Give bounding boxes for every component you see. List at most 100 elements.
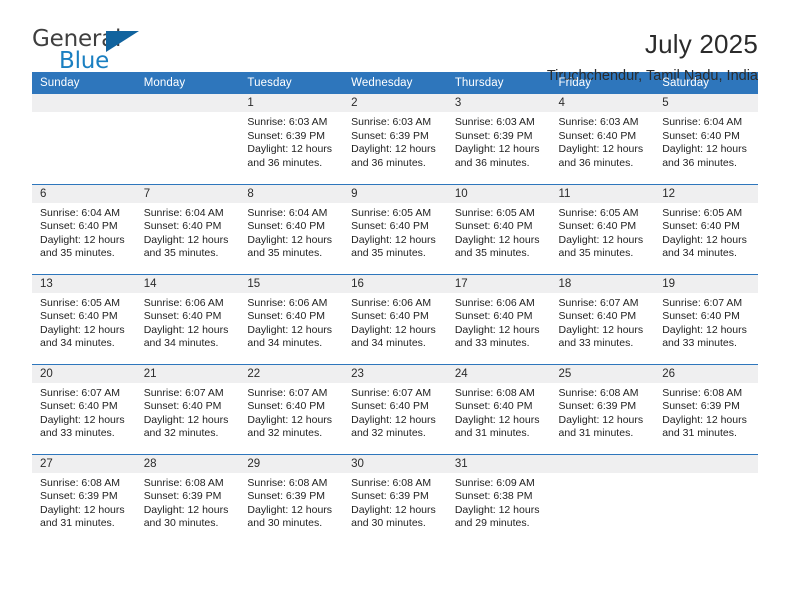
day-number: 20 <box>32 364 136 383</box>
calendar-day-cell-31[interactable]: 31 Sunrise: 6:09 AM Sunset: 6:38 PM Dayligh… <box>446 453 551 544</box>
calendar-day-cell-10[interactable]: 10 Sunrise: 6:05 AM Sunset: 6:40 PM Dayligh… <box>446 183 551 274</box>
calendar-day-cell-28[interactable]: 28 Sunrise: 6:08 AM Sunset: 6:39 PM Dayligh… <box>135 453 240 545</box>
day-details: Sunrise: 6:08 AM Sunset: 6:39 PM Daylight:… <box>343 473 447 531</box>
calendar-day-cell-16[interactable]: 16 Sunrise: 6:06 AM Sunset: 6:40 PM Dayligh… <box>343 273 447 364</box>
day-number: 3 <box>446 94 551 112</box>
daylight-text-cont: and 35 minutes. <box>143 247 219 260</box>
day-number: 12 <box>654 184 758 203</box>
day-number: 19 <box>654 274 758 293</box>
calendar-day-cell-18[interactable]: 18 Sunrise: 6:07 AM Sunset: 6:40 PM Dayligh… <box>550 273 655 364</box>
calendar-day-cell-6[interactable]: 6 Sunrise: 6:04 AM Sunset: 6:40 PM Daylight… <box>32 183 136 274</box>
daylight-text: Daylight: 12 hours <box>662 233 747 246</box>
daylight-text-cont: and 36 minutes. <box>247 156 323 169</box>
calendar-week-row: 13 Sunrise: 6:05 AM Sunset: 6:40 PM Dayligh… <box>32 273 758 364</box>
calendar-day-cell-26[interactable]: 26 Sunrise: 6:08 AM Sunset: 6:39 PM Dayligh… <box>654 363 758 454</box>
daylight-text: Daylight: 12 hours <box>558 323 644 336</box>
sunrise-text: Sunrise: 6:07 AM <box>662 296 743 309</box>
calendar-day-cell-4[interactable]: 4 Sunrise: 6:03 AM Sunset: 6:40 PM Daylight… <box>550 94 655 184</box>
calendar-day-cell-19[interactable]: 19 Sunrise: 6:07 AM Sunset: 6:40 PM Dayligh… <box>654 273 758 364</box>
day-details: Sunrise: 6:08 AM Sunset: 6:39 PM Daylight:… <box>239 473 343 531</box>
day-number: 15 <box>239 274 344 293</box>
day-details: Sunrise: 6:05 AM Sunset: 6:40 PM Daylight:… <box>343 203 447 261</box>
calendar-day-cell-17[interactable]: 17 Sunrise: 6:06 AM Sunset: 6:40 PM Dayligh… <box>446 273 551 364</box>
day-number: 30 <box>343 454 447 473</box>
day-number: 5 <box>654 94 758 112</box>
sunset-text: Sunset: 6:39 PM <box>454 129 533 142</box>
daylight-text: Daylight: 12 hours <box>351 323 436 336</box>
daylight-text-cont: and 32 minutes. <box>247 427 323 440</box>
calendar-day-cell-3[interactable]: 3 Sunrise: 6:03 AM Sunset: 6:39 PM Daylight… <box>446 94 551 184</box>
sunset-text: Sunset: 6:40 PM <box>40 220 118 233</box>
daylight-text: Daylight: 12 hours <box>143 503 229 516</box>
calendar-week-row: 6 Sunrise: 6:04 AM Sunset: 6:40 PM Daylight… <box>32 183 758 274</box>
day-number: 8 <box>239 184 344 203</box>
calendar-day-cell-14[interactable]: 14 Sunrise: 6:06 AM Sunset: 6:40 PM Dayligh… <box>135 273 240 364</box>
calendar-page: General Blue July 2025 Tiruchchendur, Ta… <box>0 0 792 612</box>
calendar-empty-cell <box>135 94 240 184</box>
calendar-day-cell-5[interactable]: 5 Sunrise: 6:04 AM Sunset: 6:40 PM Daylight… <box>654 94 758 184</box>
sunset-text: Sunset: 6:38 PM <box>454 490 533 503</box>
daylight-text: Daylight: 12 hours <box>40 233 125 246</box>
sunset-text: Sunset: 6:40 PM <box>662 310 740 323</box>
day-details: Sunrise: 6:07 AM Sunset: 6:40 PM Daylight:… <box>32 383 136 441</box>
sunrise-text: Sunrise: 6:05 AM <box>558 206 639 219</box>
calendar-day-cell-8[interactable]: 8 Sunrise: 6:04 AM Sunset: 6:40 PM Daylight… <box>239 183 344 274</box>
day-details: Sunrise: 6:05 AM Sunset: 6:40 PM Daylight:… <box>32 293 136 351</box>
daylight-text-cont: and 36 minutes. <box>662 156 737 169</box>
calendar-day-cell-11[interactable]: 11 Sunrise: 6:05 AM Sunset: 6:40 PM Dayligh… <box>550 183 655 274</box>
day-details: Sunrise: 6:07 AM Sunset: 6:40 PM Daylight:… <box>654 293 758 351</box>
sunrise-text: Sunrise: 6:04 AM <box>247 206 328 219</box>
daylight-text: Daylight: 12 hours <box>454 503 540 516</box>
sunrise-text: Sunrise: 6:06 AM <box>247 296 328 309</box>
calendar-day-cell-20[interactable]: 20 Sunrise: 6:07 AM Sunset: 6:40 PM Dayligh… <box>32 363 136 454</box>
day-number <box>654 454 758 473</box>
calendar-day-cell-15[interactable]: 15 Sunrise: 6:06 AM Sunset: 6:40 PM Dayligh… <box>239 273 344 364</box>
day-number: 2 <box>343 94 447 112</box>
daylight-text-cont: and 34 minutes. <box>247 337 323 350</box>
day-cell-inner: 16 Sunrise: 6:06 AM Sunset: 6:40 PM Dayligh… <box>343 274 447 364</box>
day-cell-inner: 28 Sunrise: 6:08 AM Sunset: 6:39 PM Dayligh… <box>135 454 240 545</box>
calendar-day-cell-24[interactable]: 24 Sunrise: 6:08 AM Sunset: 6:40 PM Dayligh… <box>446 363 551 454</box>
calendar-day-cell-21[interactable]: 21 Sunrise: 6:07 AM Sunset: 6:40 PM Dayligh… <box>135 363 240 454</box>
calendar-day-cell-7[interactable]: 7 Sunrise: 6:04 AM Sunset: 6:40 PM Daylight… <box>135 183 240 274</box>
daylight-text: Daylight: 12 hours <box>454 143 540 156</box>
calendar-day-cell-1[interactable]: 1 Sunrise: 6:03 AM Sunset: 6:39 PM Daylight… <box>239 94 344 184</box>
calendar-day-cell-29[interactable]: 29 Sunrise: 6:08 AM Sunset: 6:39 PM Dayligh… <box>239 453 344 545</box>
sunset-text: Sunset: 6:40 PM <box>143 310 222 323</box>
day-details: Sunrise: 6:07 AM Sunset: 6:40 PM Daylight:… <box>343 383 447 441</box>
day-number: 9 <box>343 184 447 203</box>
calendar-day-cell-22[interactable]: 22 Sunrise: 6:07 AM Sunset: 6:40 PM Dayligh… <box>239 363 344 454</box>
weekday-header-tuesday: Tuesday <box>239 72 344 94</box>
day-cell-inner: 14 Sunrise: 6:06 AM Sunset: 6:40 PM Dayligh… <box>135 274 240 364</box>
calendar-day-cell-27[interactable]: 27 Sunrise: 6:08 AM Sunset: 6:39 PM Dayligh… <box>32 453 136 544</box>
calendar-day-cell-13[interactable]: 13 Sunrise: 6:05 AM Sunset: 6:40 PM Dayligh… <box>32 273 136 364</box>
calendar-day-cell-23[interactable]: 23 Sunrise: 6:07 AM Sunset: 6:40 PM Dayligh… <box>343 363 447 454</box>
day-cell-inner: 19 Sunrise: 6:07 AM Sunset: 6:40 PM Dayligh… <box>654 274 758 364</box>
daylight-text: Daylight: 12 hours <box>454 413 540 426</box>
calendar-day-cell-25[interactable]: 25 Sunrise: 6:08 AM Sunset: 6:39 PM Dayligh… <box>550 363 655 454</box>
general-blue-logo[interactable]: General Blue <box>32 28 150 76</box>
sunrise-text: Sunrise: 6:04 AM <box>40 206 120 219</box>
daylight-text-cont: and 35 minutes. <box>454 247 530 260</box>
daylight-text: Daylight: 12 hours <box>40 413 125 426</box>
weekday-header-thursday: Thursday <box>446 72 551 94</box>
sunset-text: Sunset: 6:39 PM <box>662 400 740 413</box>
sunrise-text: Sunrise: 6:07 AM <box>247 386 328 399</box>
day-cell-inner: 29 Sunrise: 6:08 AM Sunset: 6:39 PM Dayligh… <box>239 454 344 545</box>
daylight-text-cont: and 33 minutes. <box>558 337 634 350</box>
sunrise-text: Sunrise: 6:07 AM <box>351 386 432 399</box>
sunset-text: Sunset: 6:40 PM <box>454 400 533 413</box>
sunset-text: Sunset: 6:40 PM <box>40 400 118 413</box>
sunrise-text: Sunrise: 6:06 AM <box>454 296 535 309</box>
calendar-day-cell-2[interactable]: 2 Sunrise: 6:03 AM Sunset: 6:39 PM Daylight… <box>343 94 447 184</box>
day-number: 4 <box>550 94 655 112</box>
sunset-text: Sunset: 6:40 PM <box>558 129 637 142</box>
calendar-day-cell-12[interactable]: 12 Sunrise: 6:05 AM Sunset: 6:40 PM Dayligh… <box>654 183 758 274</box>
calendar-day-cell-30[interactable]: 30 Sunrise: 6:08 AM Sunset: 6:39 PM Dayligh… <box>343 453 447 544</box>
day-cell-inner: 9 Sunrise: 6:05 AM Sunset: 6:40 PM Daylight… <box>343 184 447 274</box>
day-details: Sunrise: 6:07 AM Sunset: 6:40 PM Daylight:… <box>551 293 655 351</box>
daylight-text-cont: and 31 minutes. <box>558 427 634 440</box>
weekday-header-monday: Monday <box>135 72 240 94</box>
calendar-day-cell-9[interactable]: 9 Sunrise: 6:05 AM Sunset: 6:40 PM Daylight… <box>343 183 447 274</box>
day-cell-inner: 5 Sunrise: 6:04 AM Sunset: 6:40 PM Daylight… <box>654 94 758 184</box>
